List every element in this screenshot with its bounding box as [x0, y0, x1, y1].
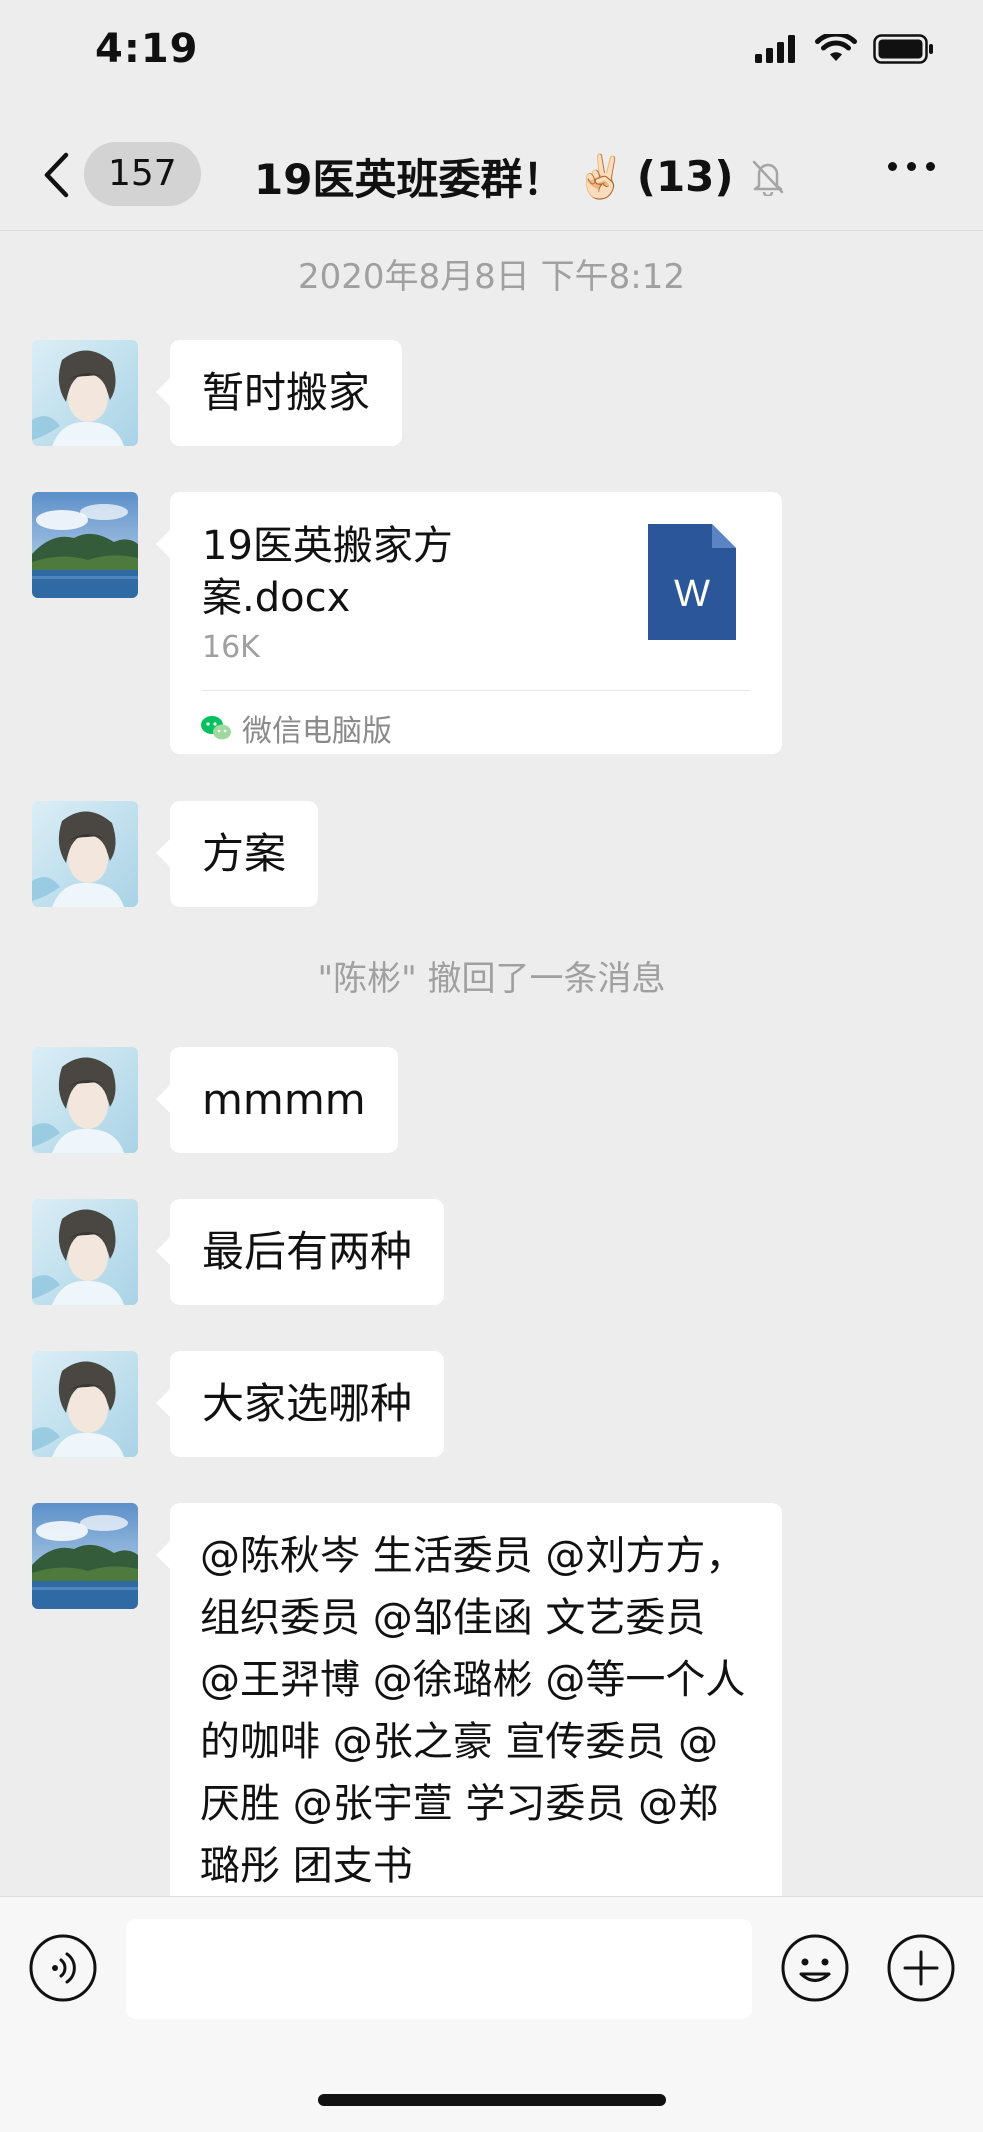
file-card-divider	[202, 690, 750, 691]
message-bubble[interactable]: @陈秋岑 生活委员 @刘方方，组织委员 @邹佳函 文艺委员 @王羿博 @徐璐彬 …	[156, 1503, 782, 1896]
more-dot-icon	[888, 162, 897, 171]
word-document-icon: W	[648, 524, 736, 640]
emoji-button[interactable]	[780, 1933, 850, 2003]
message-bubble[interactable]: 大家选哪种	[155, 1351, 445, 1457]
back-button[interactable]	[36, 150, 76, 200]
plus-icon	[887, 1934, 955, 2002]
message-bubble[interactable]: 暂时搬家	[155, 340, 403, 446]
file-name: 19医英搬家方案.docx	[202, 523, 453, 621]
nav-bar: 157 19医英班委群！ ✌🏻 (13)	[0, 110, 983, 231]
avatar-anime[interactable]	[32, 1047, 138, 1153]
wechat-logo-icon	[201, 716, 231, 740]
avatar-anime[interactable]	[32, 801, 138, 907]
chevron-left-icon	[44, 152, 69, 198]
unread-count-badge[interactable]: 157	[84, 142, 201, 206]
more-dot-icon	[907, 162, 916, 171]
voice-icon	[29, 1934, 97, 2002]
message-row: 最后有两种	[32, 1199, 445, 1305]
message-row: 19医英搬家方案.docx 16K W 微信电脑版	[32, 492, 782, 754]
status-icons	[755, 34, 935, 64]
status-bar: 4:19	[0, 0, 983, 110]
victory-hand-emoji: ✌🏻	[574, 151, 627, 201]
message-row: @陈秋岑 生活委员 @刘方方，组织委员 @邹佳函 文艺委员 @王羿博 @徐璐彬 …	[32, 1503, 782, 1896]
message-row: mmmm	[32, 1047, 398, 1153]
word-icon-letter: W	[674, 573, 710, 615]
smiley-icon	[781, 1934, 849, 2002]
home-indicator[interactable]	[318, 2094, 666, 2106]
more-options-button[interactable]	[888, 162, 935, 171]
message-row: 方案	[32, 801, 319, 907]
message-input[interactable]	[126, 1919, 752, 2019]
avatar-anime[interactable]	[32, 340, 138, 446]
message-bubble[interactable]: mmmm	[156, 1047, 398, 1153]
file-source: 微信电脑版	[200, 706, 392, 750]
avatar-landscape[interactable]	[32, 492, 138, 598]
more-dot-icon	[926, 162, 935, 171]
wifi-icon	[815, 34, 857, 61]
cellular-signal-icon	[755, 35, 795, 63]
file-message-card[interactable]: 19医英搬家方案.docx 16K W 微信电脑版	[156, 492, 782, 754]
message-bubble[interactable]: 最后有两种	[155, 1199, 445, 1305]
status-time: 4:19	[95, 26, 199, 72]
more-actions-button[interactable]	[886, 1933, 956, 2003]
chat-title-text: 19医英班委群！	[254, 155, 565, 204]
mute-bell-icon	[750, 158, 786, 196]
chat-timestamp: 2020年8月8日 下午8:12	[298, 257, 685, 297]
file-source-label: 微信电脑版	[242, 714, 392, 749]
recall-notice: "陈彬" 撤回了一条消息	[317, 959, 666, 999]
message-bubble[interactable]: 方案	[155, 801, 319, 907]
avatar-anime[interactable]	[32, 1351, 138, 1457]
member-count: (13)	[636, 152, 734, 201]
battery-icon	[873, 34, 933, 64]
avatar-landscape[interactable]	[32, 1503, 138, 1609]
chat-message-list[interactable]: 2020年8月8日 下午8:12 暂时搬家 19医英搬家方案.docx 16K …	[0, 231, 983, 1896]
file-size: 16K	[202, 630, 260, 665]
chat-title: 19医英班委群！ ✌🏻 (13)	[254, 146, 786, 207]
avatar-anime[interactable]	[32, 1199, 138, 1305]
message-row: 暂时搬家	[32, 340, 403, 446]
voice-input-button[interactable]	[28, 1933, 98, 2003]
message-row: 大家选哪种	[32, 1351, 445, 1457]
